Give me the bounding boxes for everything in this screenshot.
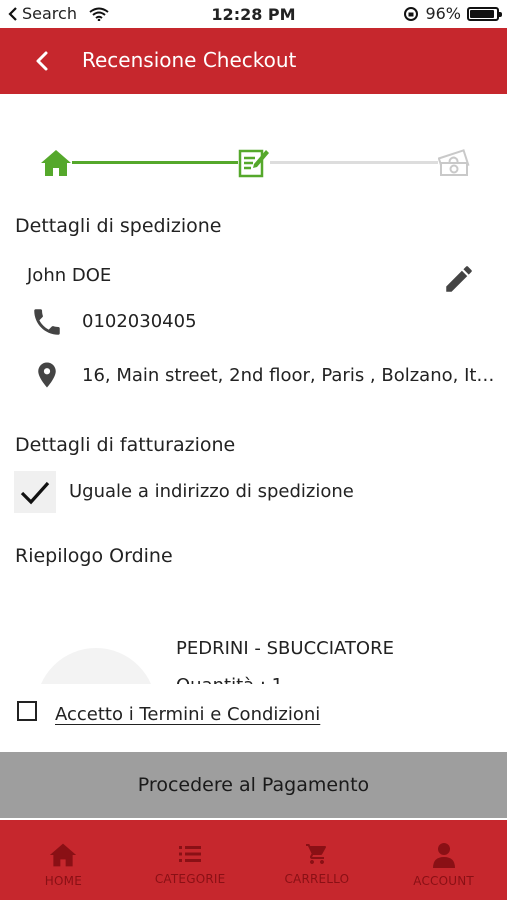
proceed-to-payment-button[interactable]: Procedere al Pagamento (0, 752, 507, 818)
battery-percent: 96% (425, 4, 461, 23)
tab-home[interactable]: HOME (0, 820, 127, 900)
step-line-pending (270, 161, 438, 164)
terms-bar: Accetto i Termini e Condizioni (0, 684, 507, 752)
tab-account[interactable]: ACCOUNT (380, 820, 507, 900)
chevron-left-icon[interactable] (30, 48, 56, 74)
home-icon (41, 150, 71, 176)
same-address-label[interactable]: Uguale a indirizzo di spedizione (69, 481, 354, 502)
page-title: Recensione Checkout (82, 48, 297, 72)
list-icon (179, 846, 202, 862)
phone-icon (34, 309, 60, 335)
billing-section-title: Dettagli di fatturazione (15, 434, 236, 456)
bottom-tab-bar: HOME CATEGORIE CARRELLO ACCOUNT (0, 820, 507, 900)
shipping-section-title: Dettagli di spedizione (15, 215, 222, 237)
pencil-icon[interactable] (442, 262, 476, 296)
order-section-title: Riepilogo Ordine (15, 545, 173, 567)
same-address-checkbox[interactable] (14, 471, 56, 513)
home-icon (50, 843, 77, 867)
status-bar: Search 12:28 PM 96% (0, 0, 507, 28)
shipping-phone: 0102030405 (82, 311, 197, 332)
cart-icon (305, 844, 326, 864)
user-icon (432, 843, 455, 868)
tab-label: ACCOUNT (413, 874, 474, 888)
checkout-stepper (0, 140, 507, 190)
rotation-lock-icon (404, 6, 419, 21)
status-right: 96% (403, 4, 502, 23)
edit-list-icon (238, 149, 269, 178)
shipping-address: 16, Main street, 2nd floor, Paris , Bolz… (82, 365, 495, 386)
tab-label: CATEGORIE (154, 872, 226, 886)
checkmark-icon (20, 481, 50, 505)
product-name: PEDRINI - SBUCCIATORE (176, 638, 394, 659)
app-header: Recensione Checkout (0, 28, 507, 94)
tab-carrello[interactable]: CARRELLO (254, 820, 381, 900)
tab-label: HOME (44, 874, 82, 888)
location-pin-icon (38, 362, 56, 388)
tab-categorie[interactable]: CATEGORIE (127, 820, 254, 900)
tab-label: CARRELLO (284, 872, 350, 886)
money-icon (438, 149, 470, 176)
step-line-done (72, 161, 238, 164)
terms-checkbox[interactable] (17, 701, 37, 721)
shipping-name: John DOE (27, 265, 112, 286)
battery-icon (467, 6, 502, 21)
terms-link[interactable]: Accetto i Termini e Condizioni (55, 704, 320, 725)
